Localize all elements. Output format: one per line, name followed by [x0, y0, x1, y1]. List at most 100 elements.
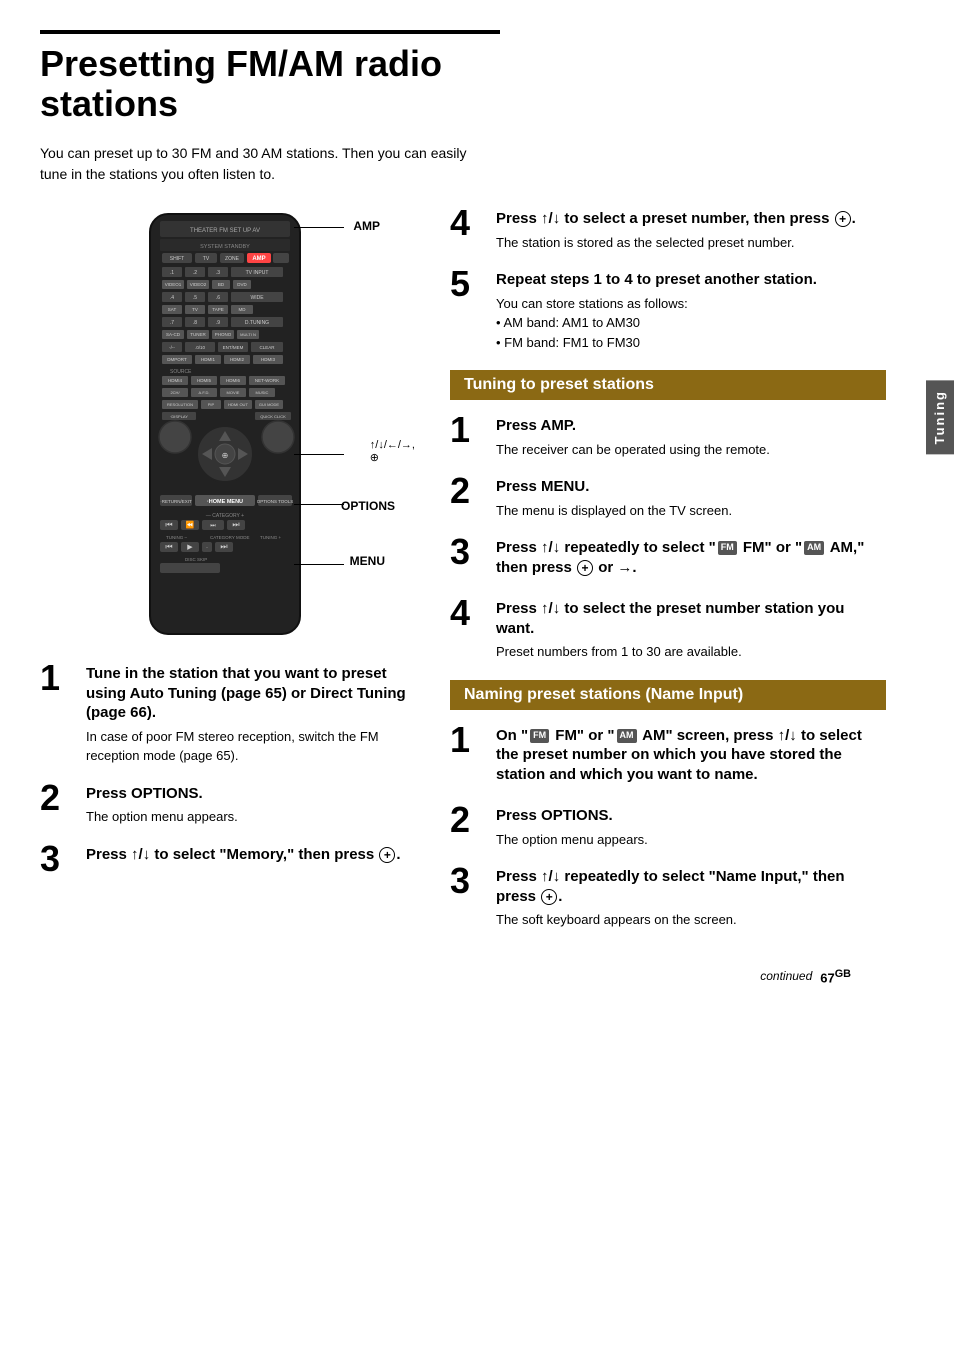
svg-text:PHONO: PHONO — [215, 332, 232, 337]
svg-text:MD: MD — [239, 307, 247, 312]
tuning-step-1-number: 1 — [450, 412, 486, 448]
circle-plus-icon-4: + — [541, 889, 557, 905]
svg-text:WIDE: WIDE — [250, 295, 264, 301]
svg-text:SHIFT: SHIFT — [170, 256, 184, 262]
tuning-step-1-heading: Press AMP. — [496, 416, 886, 436]
svg-text:CATEGORY MODE: CATEGORY MODE — [210, 535, 250, 540]
svg-text:HDMI3: HDMI3 — [261, 357, 275, 362]
svg-text:⏭: ⏭ — [220, 542, 227, 551]
naming-step-3-body: The soft keyboard appears on the screen. — [496, 910, 886, 930]
side-tab: Tuning — [926, 380, 954, 454]
label-amp: AMP — [353, 219, 380, 233]
am-icon-1: AM — [804, 541, 824, 555]
step-4: 4 Press ↑/↓ to select a preset number, t… — [450, 209, 886, 252]
svg-text:CLEAR: CLEAR — [259, 345, 275, 350]
tuning-step-4: 4 Press ↑/↓ to select the preset number … — [450, 599, 886, 662]
svg-text:SYSTEM STANDBY: SYSTEM STANDBY — [200, 244, 250, 250]
step-4-body: The station is stored as the selected pr… — [496, 233, 886, 253]
svg-text:⏭: ⏭ — [210, 523, 216, 529]
naming-step-1-content: On "FM FM" or "AM AM" screen, press ↑/↓ … — [496, 726, 886, 789]
tuning-step-3-number: 3 — [450, 534, 486, 570]
svg-text:A.F.D.: A.F.D. — [199, 390, 210, 395]
svg-text:.2: .2 — [193, 270, 197, 276]
svg-text:2CH/: 2CH/ — [170, 390, 180, 395]
am-icon-2: AM — [617, 729, 637, 743]
main-content: Presetting FM/AM radio stations You can … — [0, 0, 926, 1352]
svg-text:MUSIC: MUSIC — [256, 390, 269, 395]
svg-text:ENT/MEM: ENT/MEM — [223, 345, 244, 350]
svg-text:.3: .3 — [216, 270, 220, 276]
step-5-number: 5 — [450, 266, 486, 302]
svg-text:⏪: ⏪ — [186, 520, 195, 529]
tuning-step-1: 1 Press AMP. The receiver can be operate… — [450, 416, 886, 459]
remote-svg: THEATER FM SET UP AV SYSTEM STANDBY SHIF… — [130, 209, 320, 639]
tuning-step-4-content: Press ↑/↓ to select the preset number st… — [496, 599, 886, 662]
svg-text:HDMI6: HDMI6 — [226, 378, 240, 383]
step-3-number: 3 — [40, 841, 76, 877]
tuning-step-2-number: 2 — [450, 473, 486, 509]
svg-text:SOURCE: SOURCE — [170, 369, 192, 375]
svg-text:QUICK CLICK: QUICK CLICK — [260, 414, 286, 419]
svg-text:TV: TV — [203, 256, 210, 262]
svg-text:— CATEGORY +: — CATEGORY + — [206, 513, 244, 519]
naming-step-2-heading: Press OPTIONS. — [496, 806, 886, 826]
step-1-heading: Tune in the station that you want to pre… — [86, 664, 420, 723]
svg-text:HDMI OUT: HDMI OUT — [228, 402, 248, 407]
svg-text:.9: .9 — [216, 320, 220, 326]
svg-text:NET-WORK: NET-WORK — [255, 378, 279, 383]
step-1: 1 Tune in the station that you want to p… — [40, 664, 420, 766]
svg-text:·HOME MENU: ·HOME MENU — [207, 499, 243, 505]
left-column: AMP ↑/↓/←/→,⊕ OPTIONS MENU — [40, 209, 420, 948]
svg-text:D.TUNING: D.TUNING — [245, 320, 269, 326]
svg-text:DVD: DVD — [237, 282, 247, 287]
tuning-step-2-content: Press MENU. The menu is displayed on the… — [496, 477, 886, 520]
svg-text:DISC SKIP: DISC SKIP — [185, 557, 207, 562]
remote-container: AMP ↑/↓/←/→,⊕ OPTIONS MENU — [40, 209, 420, 644]
svg-text:⏮: ⏮ — [165, 542, 172, 551]
tuning-step-2-body: The menu is displayed on the TV screen. — [496, 501, 886, 521]
naming-step-1-heading: On "FM FM" or "AM AM" screen, press ↑/↓ … — [496, 726, 886, 785]
svg-text:TAPE: TAPE — [212, 307, 223, 312]
circle-plus-icon: + — [379, 847, 395, 863]
svg-text:.7: .7 — [170, 320, 174, 326]
svg-text:SAT: SAT — [168, 307, 177, 312]
fm-icon-1: FM — [718, 541, 737, 555]
svg-text:DMPORT: DMPORT — [167, 357, 187, 362]
tuning-step-1-body: The receiver can be operated using the r… — [496, 440, 886, 460]
circle-plus-icon-3: + — [577, 560, 593, 576]
svg-text:⏭: ⏭ — [232, 520, 239, 529]
svg-text:-/--: -/-- — [169, 345, 175, 350]
page-title: Presetting FM/AM radio stations — [40, 30, 500, 123]
tuning-step-3-heading: Press ↑/↓ repeatedly to select "FM FM" o… — [496, 538, 886, 577]
naming-step-1: 1 On "FM FM" or "AM AM" screen, press ↑/… — [450, 726, 886, 789]
naming-step-3-number: 3 — [450, 863, 486, 899]
svg-text:.1: .1 — [170, 270, 174, 276]
intro-text: You can preset up to 30 FM and 30 AM sta… — [40, 143, 480, 185]
tuning-section-header: Tuning to preset stations — [450, 370, 886, 400]
svg-text:.5: .5 — [193, 295, 197, 301]
label-line-arrows — [294, 454, 344, 455]
tuning-step-2: 2 Press MENU. The menu is displayed on t… — [450, 477, 886, 520]
tuning-step-4-body: Preset numbers from 1 to 30 are availabl… — [496, 642, 886, 662]
naming-step-2-number: 2 — [450, 802, 486, 838]
svg-text:HDMI2: HDMI2 — [230, 357, 244, 362]
step-3: 3 Press ↑/↓ to select "Memory," then pre… — [40, 845, 420, 877]
page-number: 67GB — [820, 968, 851, 985]
circle-plus-icon-2: + — [835, 211, 851, 227]
svg-text:TUNING +: TUNING + — [260, 535, 281, 540]
svg-text:.6: .6 — [216, 295, 220, 301]
label-arrows: ↑/↓/←/→,⊕ — [370, 439, 415, 464]
tuning-step-4-heading: Press ↑/↓ to select the preset number st… — [496, 599, 886, 638]
step-4-heading: Press ↑/↓ to select a preset number, the… — [496, 209, 886, 229]
step-5-body: You can store stations as follows: AM ba… — [496, 294, 886, 353]
or-text: or — [598, 559, 613, 576]
step-5-body-intro: You can store stations as follows: — [496, 294, 886, 314]
svg-text:VIDEO2: VIDEO2 — [190, 282, 207, 287]
tuning-step-4-number: 4 — [450, 595, 486, 631]
page-container: Tuning Presetting FM/AM radio stations Y… — [0, 0, 954, 1352]
remote-svg-wrapper: AMP ↑/↓/←/→,⊕ OPTIONS MENU — [130, 209, 330, 644]
step-4-number: 4 — [450, 205, 486, 241]
naming-step-3-heading: Press ↑/↓ repeatedly to select "Name Inp… — [496, 867, 886, 906]
step-4-content: Press ↑/↓ to select a preset number, the… — [496, 209, 886, 252]
step-5-content: Repeat steps 1 to 4 to preset another st… — [496, 270, 886, 352]
